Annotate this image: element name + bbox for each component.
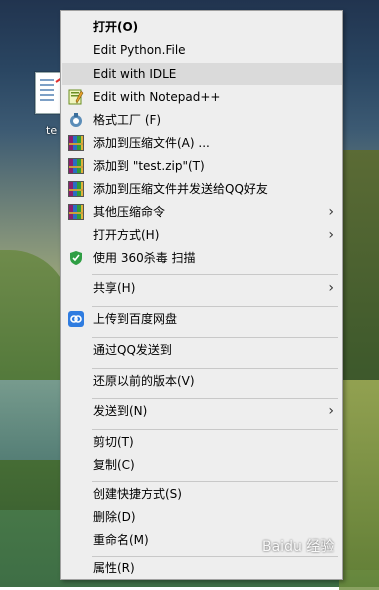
menu-item-label: 通过QQ发送到 <box>93 343 172 357</box>
menu-item-create-shortcut[interactable]: 创建快捷方式(S) <box>62 483 342 505</box>
menu-item-edit-with-notepad[interactable]: Edit with Notepad++ <box>62 86 342 108</box>
menu-item-label: 添加到压缩文件并发送给QQ好友 <box>93 182 268 196</box>
menu-item-open-with[interactable]: 打开方式(H) › <box>62 224 342 246</box>
menu-item-label: 上传到百度网盘 <box>93 312 178 326</box>
winrar-icon <box>68 135 84 151</box>
menu-separator <box>92 398 338 399</box>
menu-item-label: 添加到 "test.zip"(T) <box>93 159 205 173</box>
menu-item-add-to-test-zip[interactable]: 添加到 "test.zip"(T) <box>62 155 342 177</box>
menu-item-edit-with-idle[interactable]: Edit with IDLE <box>62 63 342 85</box>
baidu-netdisk-icon <box>68 311 84 327</box>
menu-item-label: Edit Python.File <box>93 43 186 57</box>
menu-item-restore-previous[interactable]: 还原以前的版本(V) <box>62 370 342 392</box>
menu-item-other-compress[interactable]: 其他压缩命令 › <box>62 201 342 223</box>
menu-separator <box>92 481 338 482</box>
context-menu: 打开(O) Edit Python.File Edit with IDLE Ed… <box>60 10 343 580</box>
menu-item-label: Edit with Notepad++ <box>93 90 221 104</box>
menu-item-delete[interactable]: 删除(D) <box>62 506 342 528</box>
menu-item-send-via-qq[interactable]: 通过QQ发送到 <box>62 339 342 361</box>
menu-item-label: 格式工厂 (F) <box>93 113 162 127</box>
menu-separator <box>92 429 338 430</box>
menu-item-format-factory[interactable]: 格式工厂 (F) <box>62 109 342 131</box>
chevron-right-icon: › <box>328 204 334 220</box>
menu-item-label: 重命名(M) <box>93 533 149 547</box>
menu-item-label: 发送到(N) <box>93 404 148 418</box>
menu-item-label: 删除(D) <box>93 510 136 524</box>
menu-item-label: 剪切(T) <box>93 435 134 449</box>
menu-item-upload-baidu[interactable]: 上传到百度网盘 <box>62 308 342 330</box>
landscape-meadow <box>339 380 379 590</box>
menu-item-send-to[interactable]: 发送到(N) › <box>62 400 342 422</box>
menu-separator <box>92 306 338 307</box>
menu-separator <box>92 274 338 275</box>
menu-item-scan-360[interactable]: 使用 360杀毒 扫描 <box>62 247 342 269</box>
menu-item-edit-python-file[interactable]: Edit Python.File <box>62 39 342 61</box>
winrar-icon <box>68 181 84 197</box>
menu-separator <box>92 368 338 369</box>
menu-item-label: 还原以前的版本(V) <box>93 374 195 388</box>
chevron-right-icon: › <box>328 280 334 296</box>
menu-item-add-and-send-qq[interactable]: 添加到压缩文件并发送给QQ好友 <box>62 178 342 200</box>
menu-item-open[interactable]: 打开(O) <box>62 16 342 38</box>
menu-item-label: 属性(R) <box>93 561 135 575</box>
format-factory-icon <box>68 112 84 128</box>
menu-item-label: 打开方式(H) <box>93 228 160 242</box>
menu-item-properties[interactable]: 属性(R) <box>62 557 342 579</box>
360-shield-icon <box>68 250 84 266</box>
chevron-right-icon: › <box>328 227 334 243</box>
menu-item-cut[interactable]: 剪切(T) <box>62 431 342 453</box>
landscape-water <box>0 380 65 460</box>
chevron-right-icon: › <box>328 403 334 419</box>
menu-item-add-to-archive[interactable]: 添加到压缩文件(A) ... <box>62 132 342 154</box>
menu-item-copy[interactable]: 复制(C) <box>62 454 342 476</box>
menu-item-label: 其他压缩命令 <box>93 205 166 219</box>
menu-item-label: 添加到压缩文件(A) ... <box>93 136 210 150</box>
menu-item-label: 复制(C) <box>93 458 135 472</box>
winrar-icon <box>68 158 84 174</box>
file-label[interactable]: te <box>46 124 57 137</box>
winrar-icon <box>68 204 84 220</box>
menu-item-share[interactable]: 共享(H) › <box>62 277 342 299</box>
baidu-watermark: Baidu 经验 <box>262 539 335 555</box>
menu-item-label: 创建快捷方式(S) <box>93 487 182 501</box>
menu-item-label: Edit with IDLE <box>93 67 177 81</box>
menu-separator <box>92 337 338 338</box>
menu-item-label: 使用 360杀毒 扫描 <box>93 251 196 265</box>
notepad-plus-plus-icon <box>68 89 84 105</box>
menu-item-label: 打开(O) <box>93 20 139 34</box>
menu-item-label: 共享(H) <box>93 281 136 295</box>
